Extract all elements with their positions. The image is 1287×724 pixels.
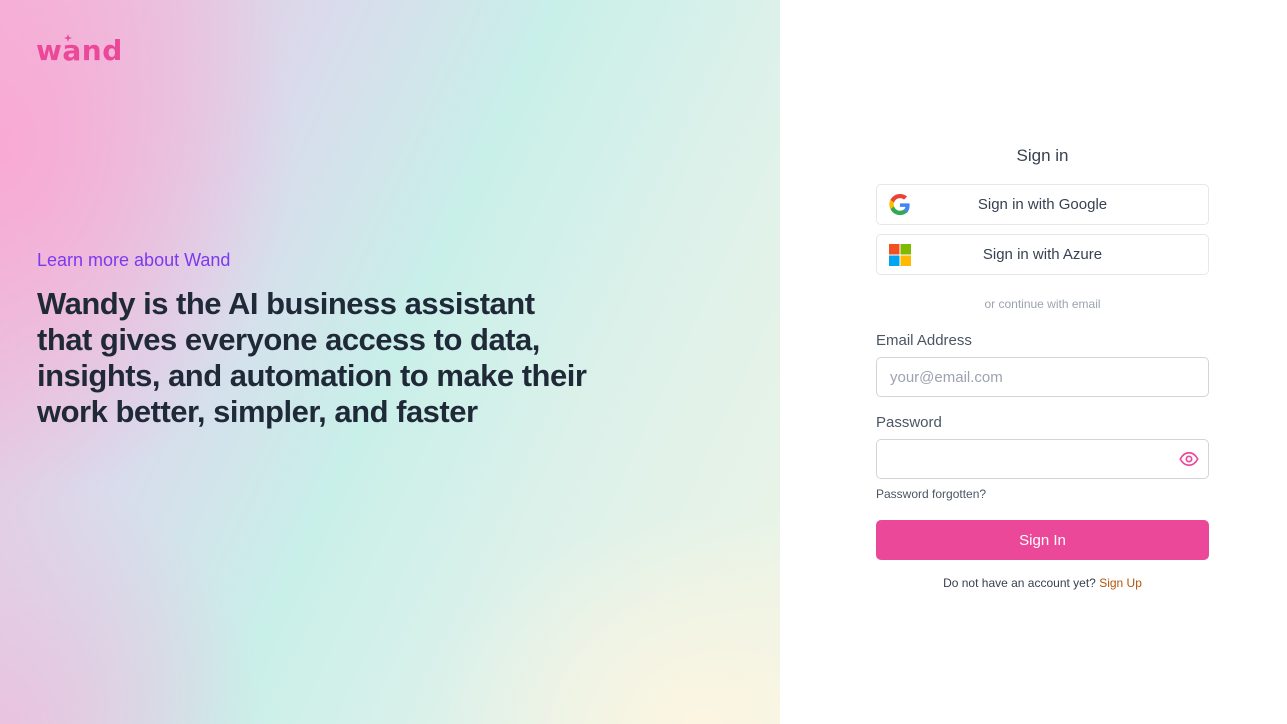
signup-link[interactable]: Sign Up <box>1099 576 1142 590</box>
email-divider-text: or continue with email <box>984 297 1101 311</box>
email-label: Email Address <box>876 332 972 349</box>
azure-signin-button[interactable]: Sign in with Azure <box>876 234 1209 275</box>
forgot-password-link[interactable]: Password forgotten? <box>876 487 986 501</box>
microsoft-icon <box>889 244 911 266</box>
hero-panel: wand Learn more about Wand Wandy is the … <box>0 0 780 724</box>
signin-panel: Sign in Sign in with Google Sign in with… <box>780 0 1287 724</box>
azure-signin-label: Sign in with Azure <box>982 246 1103 263</box>
learn-more-link[interactable]: Learn more about Wand <box>37 250 230 271</box>
signup-prompt: Do not have an account yet? Sign Up <box>876 576 1209 590</box>
hero-headline: Wandy is the AI business assistant that … <box>37 286 587 429</box>
sparkle-icon <box>64 34 72 42</box>
google-signin-label: Sign in with Google <box>977 196 1108 213</box>
password-field[interactable] <box>876 439 1209 479</box>
google-icon <box>889 194 910 216</box>
signin-title: Sign in <box>1016 146 1069 165</box>
eye-icon[interactable] <box>1179 450 1199 468</box>
email-field[interactable] <box>876 357 1209 397</box>
google-signin-button[interactable]: Sign in with Google <box>876 184 1209 225</box>
signin-submit-button[interactable]: Sign In <box>876 520 1209 560</box>
password-label: Password <box>876 414 942 431</box>
wand-logo[interactable]: wand <box>36 34 123 67</box>
no-account-text: Do not have an account yet? <box>943 576 1096 590</box>
